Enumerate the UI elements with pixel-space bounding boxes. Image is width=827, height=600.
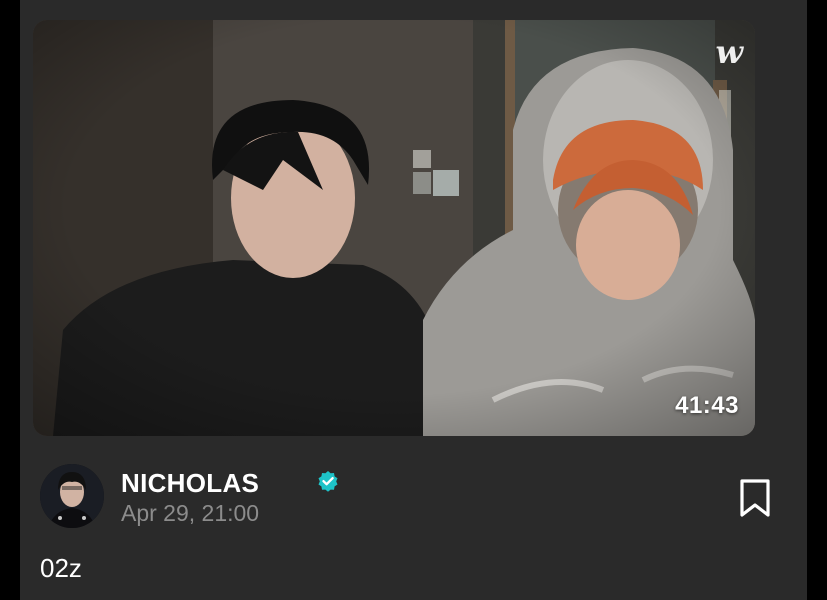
left-edge: [0, 0, 20, 600]
weverse-logo-icon: w: [715, 33, 743, 71]
post-caption: 02z: [40, 553, 82, 583]
page: w 41:43 NICHOLAS Apr 29, 21:00 02z: [0, 0, 827, 600]
video-duration: 41:43: [675, 392, 739, 419]
right-edge: [807, 0, 827, 600]
thumbnail-scene: [33, 20, 755, 436]
post-meta: NICHOLAS Apr 29, 21:00: [40, 464, 770, 528]
video-thumbnail[interactable]: w 41:43: [33, 20, 755, 436]
author-avatar[interactable]: [40, 464, 104, 528]
verified-badge-icon: [318, 471, 338, 492]
bookmark-icon[interactable]: [737, 478, 773, 518]
post-date: Apr 29, 21:00: [121, 500, 260, 526]
avatar-image: [40, 464, 104, 528]
author-name[interactable]: NICHOLAS: [121, 468, 259, 499]
